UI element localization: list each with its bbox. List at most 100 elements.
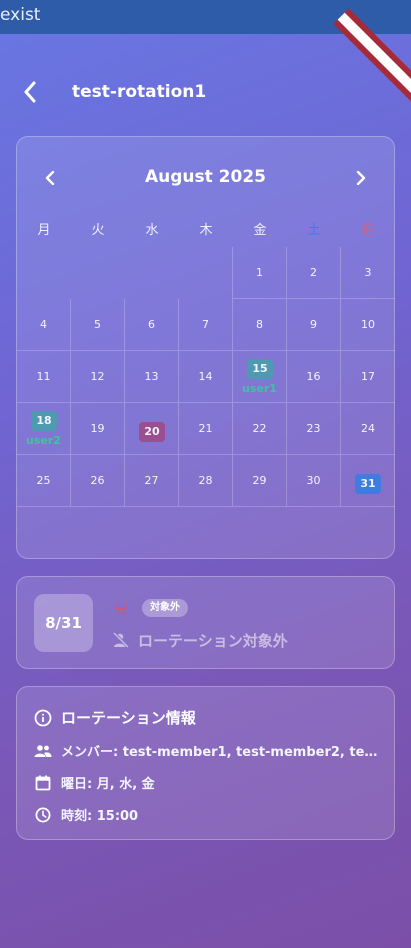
calendar-day-cell[interactable]: 5 <box>71 299 125 351</box>
calendar-day-number: 11 <box>36 370 51 383</box>
calendar-day-number: 14 <box>198 370 213 383</box>
calendar-empty-cell <box>71 247 125 299</box>
calendar-day-cell[interactable]: 17 <box>341 351 395 403</box>
weekday-header: 木 <box>199 223 213 238</box>
calendar-day-cell[interactable]: 29 <box>233 455 287 507</box>
time-row: 時刻: 15:00 <box>34 805 138 824</box>
calendar-day-cell[interactable]: 23 <box>287 403 341 455</box>
calendar-day-cell[interactable]: 21 <box>179 403 233 455</box>
calendar-day-number: 31 <box>355 474 381 494</box>
selected-weekday: 日 <box>114 602 128 618</box>
calendar-day-cell[interactable]: 25 <box>17 455 71 507</box>
calendar-day-cell[interactable]: 14 <box>179 351 233 403</box>
calendar-header: August 2025 <box>17 163 394 193</box>
rotation-info-card: ローテーション情報 メンバー: test-member1, test-membe… <box>16 686 395 840</box>
info-icon <box>34 709 52 727</box>
time-text: 時刻: 15:00 <box>61 809 139 824</box>
calendar-day-number: 26 <box>90 474 105 487</box>
rotation-status: ローテーション対象外 <box>112 629 288 651</box>
rotation-status-text: ローテーション対象外 <box>138 631 288 650</box>
calendar-day-cell[interactable]: 6 <box>125 299 179 351</box>
back-button[interactable] <box>16 78 44 106</box>
calendar-day-cell[interactable]: 7 <box>179 299 233 351</box>
calendar-day-number: 3 <box>364 266 372 279</box>
calendar-day-cell[interactable]: 2 <box>287 247 341 299</box>
calendar-day-number: 16 <box>306 370 321 383</box>
selected-date: 8/31 <box>34 594 93 652</box>
calendar-day-number: 24 <box>361 422 375 435</box>
chevron-left-icon <box>24 81 36 103</box>
next-month-button[interactable] <box>346 163 376 193</box>
calendar-empty-cell <box>125 247 179 299</box>
calendar-day-cell[interactable]: 27 <box>125 455 179 507</box>
calendar-day-number: 15 <box>247 359 273 379</box>
calendar-day-number: 8 <box>256 318 263 331</box>
calendar-day-cell[interactable]: 16 <box>287 351 341 403</box>
calendar-day-cell[interactable]: 24 <box>341 403 395 455</box>
calendar-day-cell[interactable]: 11 <box>17 351 71 403</box>
calendar-day-cell[interactable]: 15 user1 <box>233 351 287 403</box>
calendar-icon <box>34 774 52 792</box>
calendar-day-number: 4 <box>40 318 47 331</box>
calendar-day-cell[interactable]: 4 <box>17 299 71 351</box>
system-bar-text: exist <box>0 5 41 25</box>
calendar-day-cell[interactable]: 30 <box>287 455 341 507</box>
calendar-day-cell[interactable]: 31 <box>341 455 395 507</box>
calendar-day-number: 13 <box>144 370 159 383</box>
page-title: test-rotation1 <box>72 82 207 102</box>
weekday-header-row: 月火水木金土日 <box>17 219 394 239</box>
weekday-header: 金 <box>253 223 267 238</box>
calendar-day-number: 18 <box>31 411 57 431</box>
calendar-empty-cell <box>179 247 233 299</box>
calendar-day-number: 17 <box>361 370 375 383</box>
weekday-header: 火 <box>91 223 105 238</box>
calendar-day-assignee: user1 <box>242 382 277 395</box>
weekdays-text: 曜日: 月, 水, 金 <box>61 777 155 792</box>
calendar-day-number: 25 <box>36 474 51 487</box>
calendar-card: August 2025 月火水木金土日 1 2 3 4 5 6 7 8 9 10 11 12 13 14 1… <box>16 136 395 559</box>
calendar-day-number: 7 <box>202 318 209 331</box>
selected-day-card: 8/31 日 対象外 ローテーション対象外 <box>16 576 395 669</box>
calendar-day-number: 29 <box>252 474 267 487</box>
calendar-empty-cell <box>17 247 71 299</box>
calendar-day-number: 2 <box>310 266 317 279</box>
person-off-icon <box>112 631 130 649</box>
calendar-day-cell[interactable]: 22 <box>233 403 287 455</box>
calendar-day-cell[interactable]: 10 <box>341 299 395 351</box>
calendar-day-number: 9 <box>310 318 317 331</box>
calendar-day-cell[interactable]: 20 <box>125 403 179 455</box>
rotation-info-title-row: ローテーション情報 <box>34 707 196 728</box>
calendar-day-cell[interactable]: 28 <box>179 455 233 507</box>
calendar-day-cell[interactable]: 12 <box>71 351 125 403</box>
weekday-header: 月 <box>37 223 51 238</box>
calendar-day-number: 30 <box>306 474 321 487</box>
calendar-day-cell[interactable]: 1 <box>233 247 287 299</box>
calendar-day-number: 19 <box>90 422 105 435</box>
weekday-header: 土 <box>307 223 321 238</box>
weekdays-row: 曜日: 月, 水, 金 <box>34 773 155 792</box>
group-icon <box>34 742 52 760</box>
calendar-day-cell[interactable]: 18 user2 <box>17 403 71 455</box>
weekday-header: 日 <box>361 223 375 238</box>
members-text: メンバー: test-member1, test-member2, test-m… <box>61 745 379 760</box>
members-row: メンバー: test-member1, test-member2, test-m… <box>34 741 379 760</box>
app-header: test-rotation1 <box>0 70 411 116</box>
calendar-day-cell[interactable]: 8 <box>233 299 287 351</box>
calendar-day-number: 10 <box>361 318 375 331</box>
calendar-day-cell[interactable]: 3 <box>341 247 395 299</box>
calendar-day-cell[interactable]: 13 <box>125 351 179 403</box>
calendar-day-cell[interactable]: 19 <box>71 403 125 455</box>
clock-icon <box>34 806 52 824</box>
calendar-day-number: 22 <box>252 422 267 435</box>
calendar-day-number: 6 <box>148 318 155 331</box>
calendar-day-number: 1 <box>256 266 263 279</box>
chevron-right-icon <box>356 171 366 185</box>
calendar-day-number: 27 <box>144 474 159 487</box>
calendar-day-cell[interactable]: 26 <box>71 455 125 507</box>
calendar-day-number: 28 <box>198 474 213 487</box>
calendar-day-assignee: user2 <box>26 434 61 447</box>
calendar-day-number: 20 <box>139 422 165 442</box>
month-title: August 2025 <box>144 167 266 187</box>
calendar-grid: 1 2 3 4 5 6 7 8 9 10 11 12 13 14 15 user1 16 17 18 user2 19 2… <box>17 247 395 507</box>
calendar-day-cell[interactable]: 9 <box>287 299 341 351</box>
